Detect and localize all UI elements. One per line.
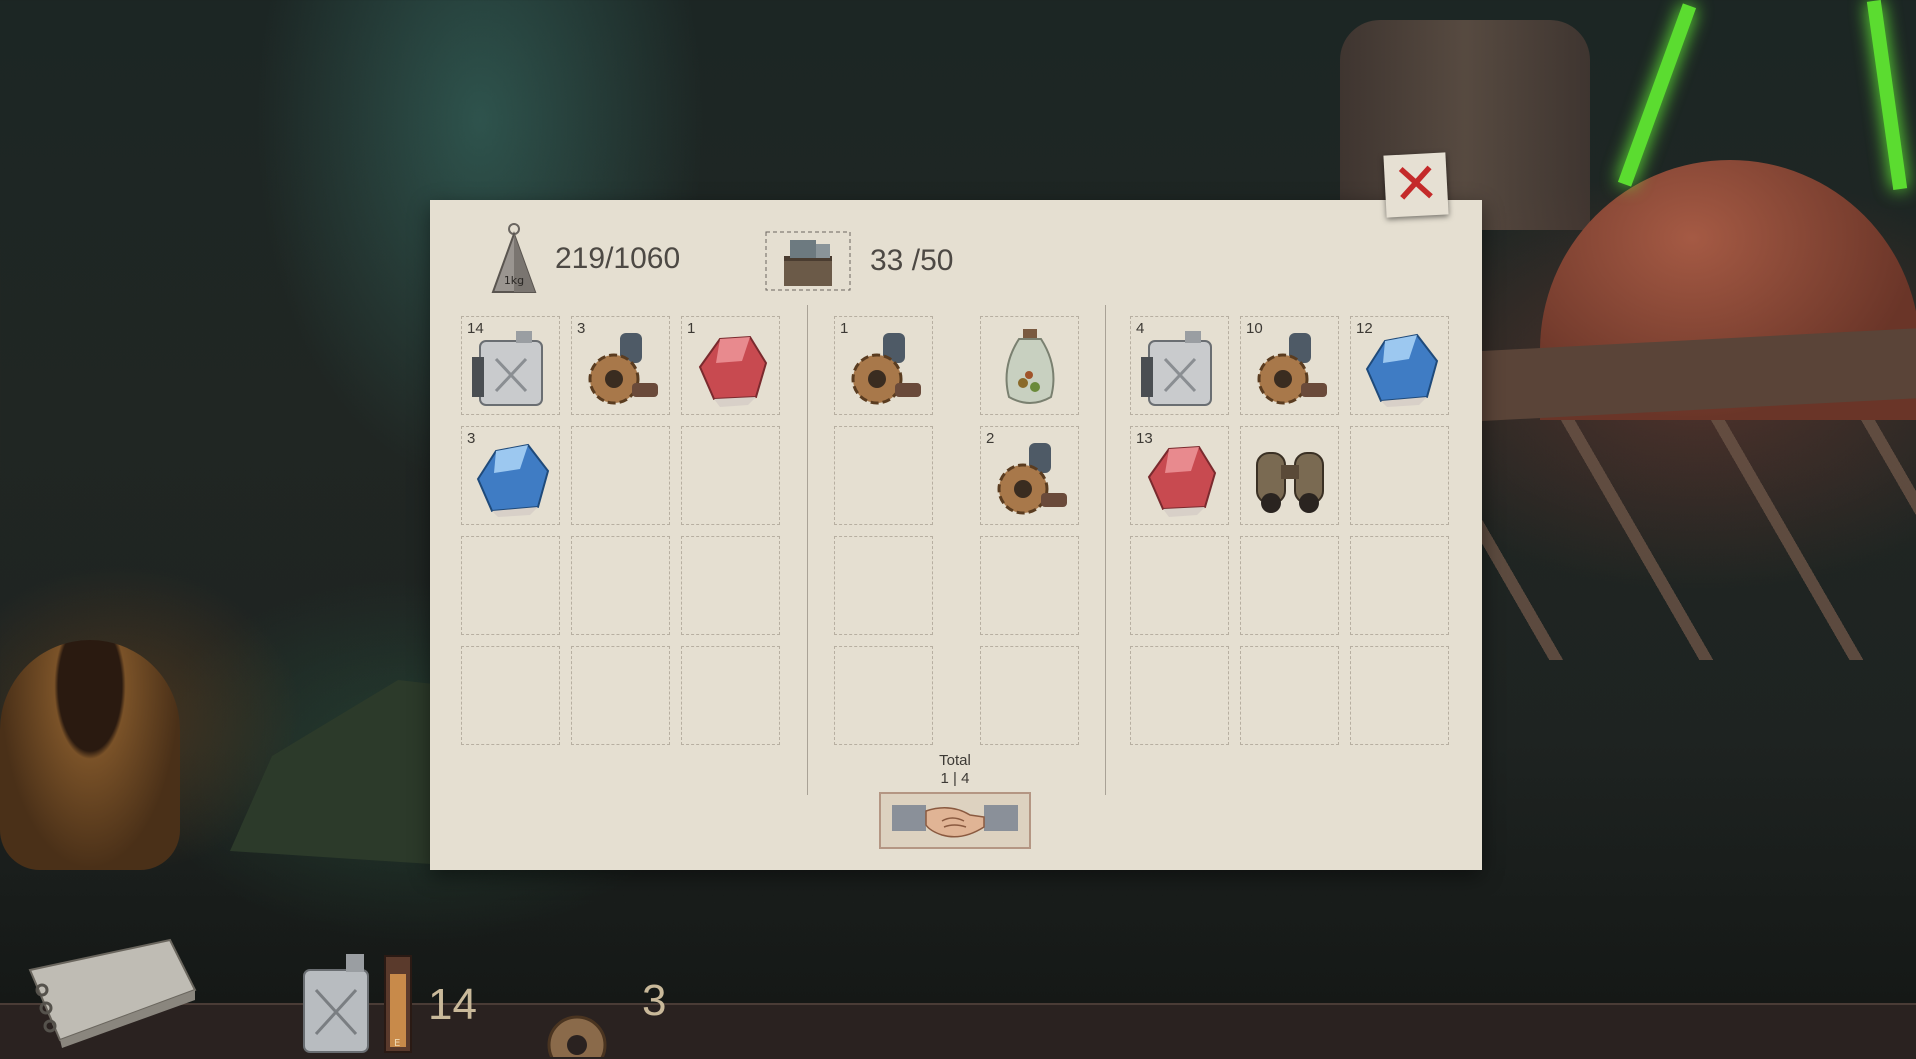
player-inventory-slot[interactable]: 1 — [681, 316, 780, 415]
fuel-canister-icon — [472, 331, 543, 406]
trade-offer-slot[interactable] — [980, 646, 1079, 745]
background-glow-plant — [1866, 0, 1908, 191]
background-tank — [1340, 20, 1590, 230]
fuel-gauge-label: E — [394, 1038, 401, 1049]
item-count: 3 — [577, 320, 586, 337]
trader-inventory-slot[interactable] — [1240, 646, 1339, 745]
player-inventory-slot[interactable] — [461, 536, 560, 635]
player-inventory-slot[interactable] — [681, 426, 780, 525]
close-icon: ✕ — [1390, 150, 1442, 219]
item-count: 10 — [1246, 320, 1263, 337]
fuel-canister-icon — [303, 954, 369, 1053]
item-count: 4 — [1136, 320, 1145, 337]
player-inventory-slot[interactable] — [681, 536, 780, 635]
trader-inventory-slot[interactable] — [1350, 426, 1449, 525]
trader-inventory-slot[interactable] — [1130, 646, 1229, 745]
handshake-icon — [892, 804, 1018, 837]
gear-parts-icon — [588, 333, 658, 405]
item-count: 1 — [840, 320, 849, 337]
player-inventory-slot[interactable] — [571, 646, 670, 745]
trader-inventory-slot[interactable] — [1350, 646, 1449, 745]
trader-inventory-grid: 4 10 12 13 — [1130, 316, 1451, 747]
player-inventory-grid: 14 3 1 3 — [461, 316, 782, 747]
hud-bar — [0, 1003, 1916, 1059]
trade-total: Total 1 | 4 — [900, 752, 1010, 788]
background-vase — [0, 640, 180, 870]
trade-offer-slot[interactable] — [834, 536, 933, 635]
trade-offer-slot[interactable] — [834, 646, 933, 745]
trader-inventory-slot[interactable] — [1240, 426, 1339, 525]
binoculars-icon — [1256, 452, 1324, 513]
trader-inventory-slot[interactable]: 10 — [1240, 316, 1339, 415]
player-inventory-slot[interactable] — [571, 536, 670, 635]
trade-offer-slot[interactable]: 2 — [980, 426, 1079, 525]
divider-right — [1105, 305, 1106, 795]
item-count: 1 — [687, 320, 696, 337]
fuel-count: 14 — [428, 980, 477, 1029]
player-inventory-slot[interactable]: 14 — [461, 316, 560, 415]
trade-button[interactable] — [879, 792, 1031, 849]
weight-stat: 1kg 219/1060 — [487, 222, 680, 296]
trader-inventory-slot[interactable]: 12 — [1350, 316, 1449, 415]
gear-parts-icon — [997, 443, 1067, 515]
fuel-gauge-fill — [390, 973, 406, 1047]
trader-inventory-slot[interactable] — [1130, 536, 1229, 635]
player-inventory-slot[interactable] — [571, 426, 670, 525]
blue-crystal-icon — [476, 443, 550, 517]
seed-jar-icon — [1005, 329, 1055, 404]
storage-value: 33 /50 — [870, 244, 954, 277]
blue-crystal-icon — [1365, 333, 1439, 407]
trade-offer-slot[interactable] — [834, 426, 933, 525]
gear-parts-icon — [851, 333, 921, 405]
gear-parts-icon — [547, 1015, 607, 1057]
player-inventory-slot[interactable] — [681, 646, 780, 745]
divider-left — [807, 305, 808, 795]
weight-icon: 1kg — [491, 223, 537, 293]
total-values: 1 | 4 — [940, 770, 970, 787]
gear-count: 3 — [642, 976, 667, 1025]
trader-inventory-slot[interactable] — [1350, 536, 1449, 635]
player-inventory-slot[interactable]: 3 — [461, 426, 560, 525]
red-crystal-icon — [698, 335, 768, 407]
trader-inventory-slot[interactable]: 13 — [1130, 426, 1229, 525]
item-count: 3 — [467, 430, 476, 447]
item-count: 13 — [1136, 430, 1153, 447]
trade-offer-slot[interactable]: 1 — [834, 316, 933, 415]
gear-parts-icon — [1257, 333, 1327, 405]
item-count: 12 — [1356, 320, 1373, 337]
close-button[interactable]: ✕ — [1383, 150, 1449, 219]
weight-value: 219/1060 — [555, 242, 681, 275]
trade-offer-slot[interactable] — [980, 536, 1079, 635]
background-truss — [1480, 420, 1916, 660]
fuel-canister-icon — [1141, 331, 1212, 406]
storage-stat: 33 /50 — [760, 226, 953, 296]
trade-offer-grid: 12 — [834, 316, 1081, 747]
total-label: Total — [939, 752, 971, 769]
item-count: 14 — [467, 320, 484, 337]
background-glow-plant — [1617, 3, 1697, 187]
player-inventory-slot[interactable] — [461, 646, 560, 745]
trade-offer-slot[interactable] — [980, 316, 1079, 415]
fuel-gauge: E — [384, 955, 412, 1053]
red-crystal-icon — [1147, 445, 1217, 517]
trader-inventory-slot[interactable]: 4 — [1130, 316, 1229, 415]
crate-icon — [765, 231, 851, 291]
item-count: 2 — [986, 430, 995, 447]
player-inventory-slot[interactable]: 3 — [571, 316, 670, 415]
trader-inventory-slot[interactable] — [1240, 536, 1339, 635]
svg-text:1kg: 1kg — [504, 274, 524, 287]
journal-icon[interactable] — [20, 930, 200, 1050]
